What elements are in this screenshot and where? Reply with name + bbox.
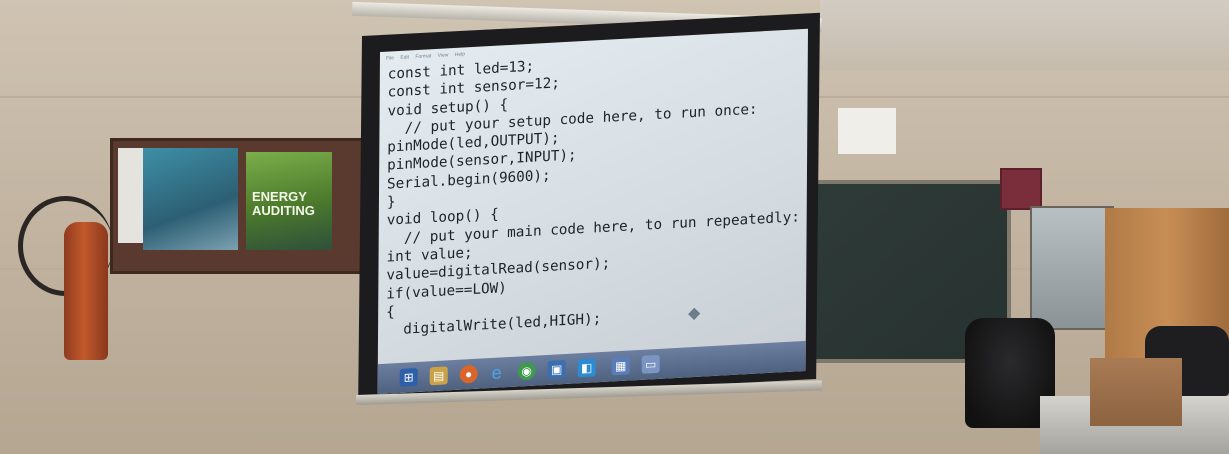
wall-notice	[838, 108, 896, 154]
start-icon[interactable]: ⊞	[399, 367, 418, 387]
firefox-icon[interactable]: ●	[459, 364, 478, 384]
cardboard-box	[1090, 358, 1182, 426]
menu-format[interactable]: Format	[415, 53, 431, 60]
internet-explorer-icon[interactable]: e	[488, 362, 506, 383]
ie-icon[interactable]: ◧	[577, 358, 596, 378]
menu-help[interactable]: Help	[455, 51, 465, 58]
poster-blue	[143, 148, 238, 250]
fire-extinguisher	[64, 222, 108, 360]
watermark-logo-icon: ◆	[687, 304, 701, 323]
editor-menubar: File Edit Format View Help	[386, 51, 470, 61]
store-icon[interactable]: ▣	[547, 359, 566, 379]
menu-view[interactable]: View	[438, 52, 449, 59]
chrome-icon[interactable]: ◉	[517, 361, 536, 381]
menu-edit[interactable]: Edit	[400, 54, 409, 60]
notice-board	[1030, 206, 1114, 330]
file-explorer-icon[interactable]: ▤	[429, 366, 448, 386]
app-icon[interactable]: ▭	[641, 354, 660, 374]
projected-desktop: File Edit Format View Help const int led…	[377, 28, 808, 395]
bulletin-paper	[118, 148, 144, 243]
poster-title: ENERGY AUDITING	[252, 189, 315, 218]
wall-picture	[1000, 168, 1042, 210]
app-icon[interactable]: ▦	[611, 356, 630, 376]
menu-file[interactable]: File	[386, 55, 394, 61]
ceiling	[820, 0, 1229, 70]
code-editor[interactable]: const int led=13; const int sensor=12; voi…	[386, 43, 801, 340]
